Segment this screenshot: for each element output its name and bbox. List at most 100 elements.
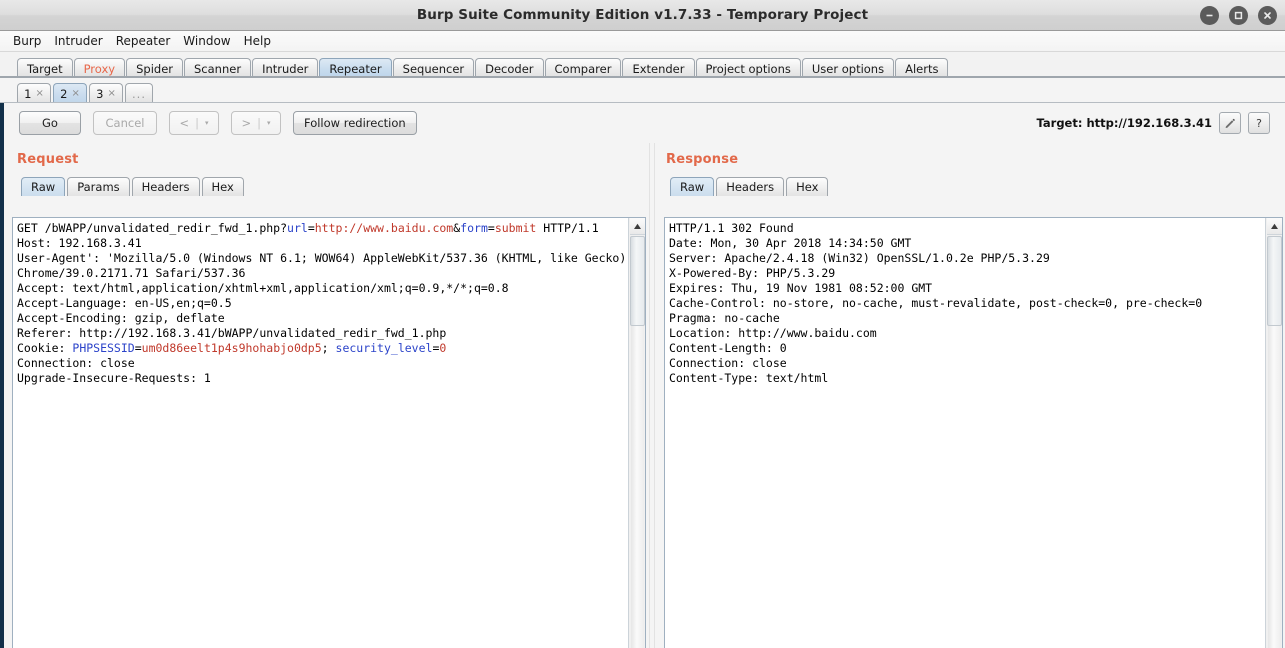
message-text: Server: Apache/2.4.18 (Win32) OpenSSL/1.… [669, 251, 1050, 265]
request-scroll-up-icon[interactable] [629, 218, 645, 235]
response-editor-wrap: HTTP/1.1 302 Found Date: Mon, 30 Apr 2018… [664, 217, 1283, 648]
burp-suite-window: Burp Suite Community Edition v1.7.33 - T… [0, 0, 1285, 648]
message-line: Cookie: PHPSESSID=um0d86eelt1p4s9hohabjo… [17, 341, 628, 356]
back-chevron-down-icon: ▾ [205, 119, 209, 127]
param-value: submit [494, 221, 537, 235]
tab-spider[interactable]: Spider [126, 58, 183, 78]
menu-item-burp[interactable]: Burp [13, 35, 41, 47]
tab-repeater[interactable]: Repeater [319, 58, 392, 78]
tab-extender[interactable]: Extender [622, 58, 695, 78]
request-tab-hex[interactable]: Hex [201, 177, 244, 196]
message-text: X-Powered-By: PHP/5.3.29 [669, 266, 836, 280]
response-raw-editor[interactable]: HTTP/1.1 302 Found Date: Mon, 30 Apr 2018… [665, 218, 1265, 648]
request-raw-editor[interactable]: GET /bWAPP/unvalidated_redir_fwd_1.php?u… [13, 218, 628, 648]
target-area: Target: http://192.168.3.41 ? [1037, 103, 1270, 143]
repeater-tab-1[interactable]: 1 × [17, 83, 51, 103]
tab-sequencer[interactable]: Sequencer [392, 58, 475, 78]
message-text: Referer: http://192.168.3.41/bWAPP/unval… [17, 326, 447, 340]
menu-item-help[interactable]: Help [244, 35, 271, 47]
message-text: Accept: text/html,application/xhtml+xml,… [17, 281, 509, 295]
param-name: PHPSESSID [72, 341, 135, 355]
minimize-icon[interactable] [1200, 6, 1219, 25]
repeater-tab-strip: 1 × 2 × 3 × ... [0, 78, 1285, 103]
param-name: security_level [335, 341, 433, 355]
repeater-tab-3[interactable]: 3 × [89, 83, 123, 103]
cancel-button[interactable]: Cancel [93, 111, 157, 135]
request-scrollbar-track[interactable] [630, 326, 644, 648]
repeater-tab-1-label: 1 [24, 86, 32, 101]
message-text: Cookie: [17, 341, 73, 355]
tab-scanner[interactable]: Scanner [184, 58, 252, 78]
response-tab-headers[interactable]: Headers [716, 177, 785, 196]
go-button[interactable]: Go [19, 111, 81, 135]
request-tab-headers[interactable]: Headers [131, 177, 200, 196]
repeater-tab-3-close-icon[interactable]: × [107, 88, 115, 99]
tab-alerts[interactable]: Alerts [895, 58, 949, 78]
repeater-tab-2-close-icon[interactable]: × [71, 88, 79, 99]
response-tab-raw[interactable]: Raw [670, 177, 715, 196]
request-tab-raw[interactable]: Raw [21, 177, 66, 196]
message-text: Content-Type: text/html [669, 371, 829, 385]
menubar: Burp Intruder Repeater Window Help [0, 31, 1285, 52]
response-tab-strip: Raw Headers Hex [653, 167, 1285, 196]
param-value: um0d86eelt1p4s9hohabjo0dp5 [141, 341, 322, 355]
tab-comparer[interactable]: Comparer [544, 58, 622, 78]
message-text: HTTP/1.1 [536, 221, 599, 235]
message-line: Connection: close [17, 356, 628, 371]
message-text: User-Agent': 'Mozilla/5.0 (Windows NT 6.… [17, 251, 627, 280]
message-line: Server: Apache/2.4.18 (Win32) OpenSSL/1.… [669, 251, 1265, 266]
message-text: HTTP/1.1 302 Found [669, 221, 794, 235]
request-title: Request [17, 152, 79, 167]
response-tab-hex[interactable]: Hex [786, 177, 829, 196]
response-scroll-up-icon[interactable] [1266, 218, 1282, 235]
repeater-tab-2-label: 2 [60, 86, 68, 101]
pencil-icon[interactable] [1219, 112, 1241, 134]
tab-user-options[interactable]: User options [801, 58, 895, 78]
message-line: Location: http://www.baidu.com [669, 326, 1265, 341]
back-button[interactable]: < | ▾ [169, 111, 219, 135]
tab-project-options[interactable]: Project options [695, 58, 801, 78]
message-line: User-Agent': 'Mozilla/5.0 (Windows NT 6.… [17, 251, 628, 281]
message-text: Date: Mon, 30 Apr 2018 14:34:50 GMT [669, 236, 912, 250]
message-line: Date: Mon, 30 Apr 2018 14:34:50 GMT [669, 236, 1265, 251]
request-editor-wrap: GET /bWAPP/unvalidated_redir_fwd_1.php?u… [12, 217, 646, 648]
response-vertical-scrollbar[interactable] [1265, 218, 1282, 648]
request-tab-params[interactable]: Params [67, 177, 130, 196]
menu-item-repeater[interactable]: Repeater [116, 35, 171, 47]
window-titlebar: Burp Suite Community Edition v1.7.33 - T… [0, 0, 1285, 31]
forward-chevron-down-icon: ▾ [267, 119, 271, 127]
back-arrow-icon: < [179, 116, 190, 130]
repeater-tab-2[interactable]: 2 × [53, 83, 87, 103]
response-scrollbar-track[interactable] [1267, 326, 1281, 648]
close-icon[interactable] [1258, 6, 1277, 25]
forward-arrow-icon: > [241, 116, 252, 130]
message-line: X-Powered-By: PHP/5.3.29 [669, 266, 1265, 281]
menu-item-intruder[interactable]: Intruder [54, 35, 102, 47]
repeater-tab-1-close-icon[interactable]: × [35, 88, 43, 99]
message-line: Content-Length: 0 [669, 341, 1265, 356]
back-separator: | [195, 116, 199, 130]
message-text: = [487, 221, 495, 235]
tab-decoder[interactable]: Decoder [475, 58, 544, 78]
message-text: Cache-Control: no-store, no-cache, must-… [669, 296, 1203, 310]
request-vertical-scrollbar[interactable] [628, 218, 645, 648]
maximize-icon[interactable] [1229, 6, 1248, 25]
response-scrollbar-thumb[interactable] [1266, 236, 1282, 326]
tab-target[interactable]: Target [17, 58, 73, 78]
param-name: url [287, 221, 308, 235]
help-icon[interactable]: ? [1248, 112, 1270, 134]
tab-intruder[interactable]: Intruder [252, 58, 319, 78]
message-text: = [134, 341, 142, 355]
message-line: Cache-Control: no-store, no-cache, must-… [669, 296, 1265, 311]
response-title: Response [666, 152, 739, 167]
menu-item-window[interactable]: Window [183, 35, 230, 47]
message-line: Accept-Encoding: gzip, deflate [17, 311, 628, 326]
follow-redirection-button[interactable]: Follow redirection [293, 111, 417, 135]
forward-button[interactable]: > | ▾ [231, 111, 281, 135]
message-text: Connection: close [669, 356, 787, 370]
request-scrollbar-thumb[interactable] [629, 236, 645, 326]
repeater-tab-overflow[interactable]: ... [125, 83, 153, 103]
target-label: Target: http://192.168.3.41 [1036, 116, 1212, 130]
param-name: form [460, 221, 488, 235]
tab-proxy[interactable]: Proxy [73, 58, 126, 78]
